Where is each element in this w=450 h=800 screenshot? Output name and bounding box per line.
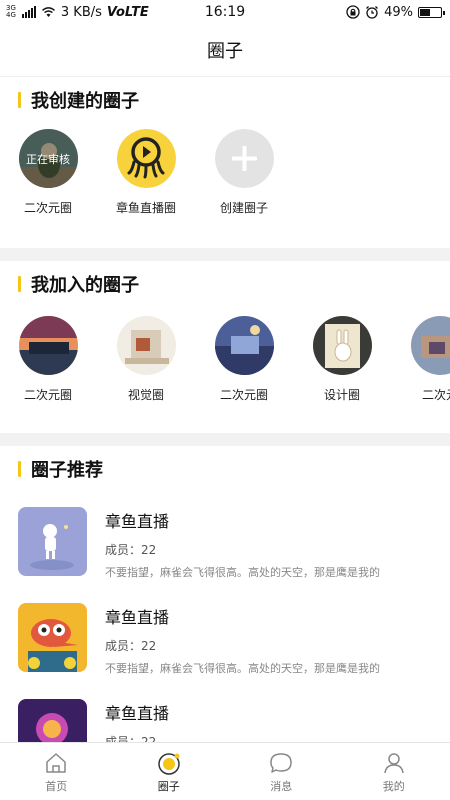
joined-circle-item[interactable]: 二次元圈 [214,316,312,433]
home-icon [46,752,66,773]
joined-circle-item[interactable]: 二次元圈 [18,316,116,433]
nav-label: 首页 [45,779,68,793]
circle-label: 设计圈 [323,388,360,402]
recommend-text: 章鱼直播 成员：22 不要指望，麻雀会飞得很高。高处的天空，那是鹰是我的 [105,507,405,580]
nav-label: 圈子 [157,779,180,793]
recommend-title: 章鱼直播 [105,704,170,723]
battery-icon [418,6,445,18]
recommend-description: 不要指望，麻雀会飞得很高。高处的天空，那是鹰是我的 [105,662,380,675]
circle-label: 二次元 [421,388,450,402]
network-type: 3G 4G [6,5,16,19]
circle-avatar [116,316,176,375]
circle-avatar [410,316,450,375]
section-accent-bar [18,461,21,477]
circle-label: 章鱼直播圈 [116,201,177,215]
recommend-section-header: 圈子推荐 [0,446,450,492]
joined-section-header: 我加入的圈子 [0,261,450,307]
nav-item-message[interactable]: 消息 [225,743,338,800]
section-divider [0,248,450,261]
nav-item-home[interactable]: 首页 [0,743,113,800]
message-icon [270,752,292,773]
status-right: 49% [346,4,445,20]
circle-label: 视觉圈 [127,388,164,402]
circle-avatar [214,316,274,375]
network-speed: 3 KB/s [60,4,102,20]
status-left: 3G 4G 3 KB/s VoLTE [6,5,149,20]
lock-rotation-icon [346,5,360,19]
circle-label: 创建圈子 [219,201,268,215]
recommend-text: 章鱼直播 成员：22 不要指望，麻雀会飞得很高。高处的天空，那是鹰是我的 [105,603,405,676]
recommend-members: 成员：22 [105,543,157,557]
wifi-icon [41,7,55,17]
network-type-bottom: 4G [6,11,16,19]
recommend-item[interactable]: 章鱼直播 成员：22 不要指望，麻雀会飞得很高。高处的天空，那是鹰是我的 [18,597,432,693]
battery-percent: 49% [384,4,413,20]
created-circle-item[interactable]: 章鱼直播圈 [116,129,214,248]
volte-label: VoLTE [106,4,149,20]
battery-fill [420,8,430,16]
joined-circle-item[interactable]: 视觉圈 [116,316,214,433]
circle-avatar: 正在审核 [18,129,78,188]
joined-section-title: 我加入的圈子 [31,275,139,296]
circle-avatar [18,316,78,375]
alarm-icon [366,6,379,19]
recommend-thumbnail [18,507,87,576]
review-status-overlay: 正在审核 [18,129,78,188]
joined-circle-row: 二次元圈 视觉圈 二次元圈 设计圈 二次 [0,307,450,433]
signal-icon [21,6,36,18]
created-circle-row: 正在审核 二次元圈 章鱼直播圈 创建圈子 [0,123,450,248]
recommend-item[interactable]: 章鱼直播 成员：22 不要指望，麻雀会飞得很高。高处的天空，那是鹰是我的 [18,501,432,597]
section-accent-bar [18,92,21,108]
bottom-nav: 首页 圈子 消息 我的 [0,742,450,800]
create-circle-button[interactable]: 创建圈子 [214,129,312,248]
section-accent-bar [18,276,21,292]
created-section-header: 我创建的圈子 [0,77,450,123]
circle-label: 二次元圈 [23,201,72,215]
nav-item-profile[interactable]: 我的 [338,743,450,800]
recommend-thumbnail [18,603,87,672]
recommend-title: 章鱼直播 [105,512,170,531]
octopus-logo-icon [116,129,176,188]
section-divider [0,433,450,446]
app-header: 圈子 [0,24,450,77]
page-title: 圈子 [207,41,243,62]
recommend-title: 章鱼直播 [105,608,170,627]
joined-circle-item[interactable]: 设计圈 [312,316,410,433]
status-bar: 3G 4G 3 KB/s VoLTE 16:19 49% [0,0,450,24]
plus-icon [214,129,274,188]
nav-item-circle[interactable]: 圈子 [113,743,226,800]
created-circle-item[interactable]: 正在审核 二次元圈 [18,129,116,248]
nav-label: 我的 [382,779,405,793]
recommend-section-title: 圈子推荐 [31,460,103,481]
joined-circle-item[interactable]: 二次元 [410,316,450,433]
recommend-description: 不要指望，麻雀会飞得很高。高处的天空，那是鹰是我的 [105,566,380,579]
nav-label: 消息 [270,779,293,793]
recommend-members: 成员：22 [105,639,157,653]
circle-avatar [312,316,372,375]
circle-icon [158,752,180,775]
circle-label: 二次元圈 [23,388,72,402]
profile-icon [384,752,404,773]
created-section-title: 我创建的圈子 [31,91,139,112]
circle-label: 二次元圈 [219,388,268,402]
